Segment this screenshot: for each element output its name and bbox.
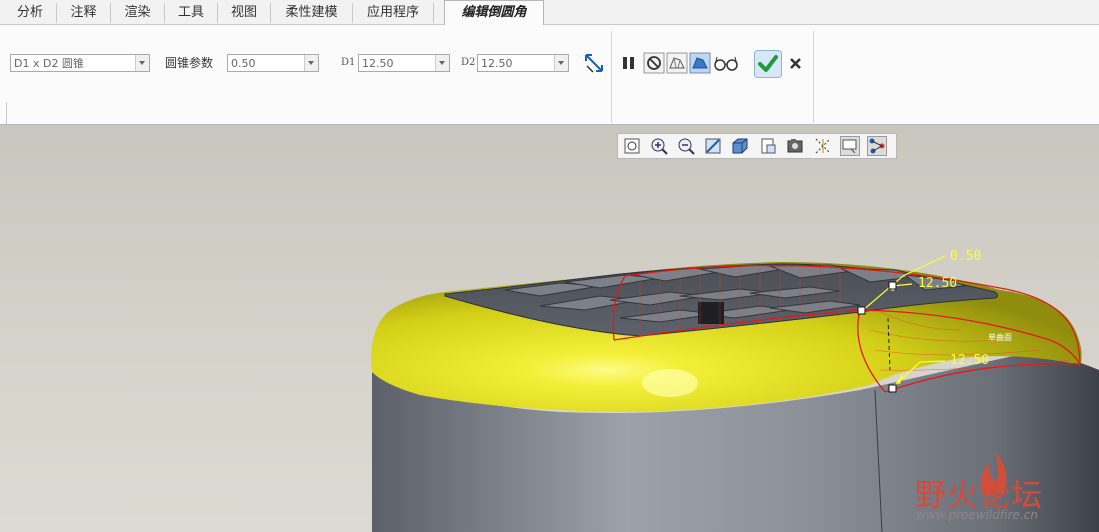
saved-views-icon[interactable] bbox=[758, 136, 778, 156]
d2-value: 12.50 bbox=[481, 57, 513, 70]
conic-param-input[interactable]: 0.50 bbox=[227, 54, 319, 72]
tab-applications[interactable]: 应用程序 bbox=[353, 3, 434, 23]
surface-label: 单曲面 bbox=[988, 333, 1012, 342]
ribbon-separator bbox=[611, 31, 612, 123]
drag-handle bbox=[888, 281, 897, 290]
refit-icon[interactable] bbox=[622, 136, 642, 156]
no-preview-icon[interactable] bbox=[643, 52, 665, 74]
d1-label: D1 bbox=[341, 57, 356, 68]
drag-handle bbox=[857, 306, 866, 315]
zoom-out-icon[interactable] bbox=[676, 136, 696, 156]
spin-center-icon[interactable] bbox=[867, 136, 887, 156]
view-toolbar bbox=[617, 133, 897, 159]
cancel-button[interactable] bbox=[786, 53, 808, 75]
datum-display-icon[interactable] bbox=[813, 136, 833, 156]
tab-view[interactable]: 视图 bbox=[218, 3, 271, 23]
glasses-icon[interactable] bbox=[713, 52, 739, 74]
chevron-down-icon[interactable] bbox=[554, 55, 568, 71]
tab-render[interactable]: 渲染 bbox=[111, 3, 165, 23]
swap-diagonal-icon[interactable] bbox=[583, 52, 605, 74]
ok-button[interactable] bbox=[754, 50, 782, 78]
ribbon-separator bbox=[813, 31, 814, 123]
watermark-url: www.proewildfire.cn bbox=[916, 508, 1038, 522]
zoom-in-icon[interactable] bbox=[649, 136, 669, 156]
drag-handle bbox=[888, 384, 897, 393]
tab-annotate[interactable]: 注释 bbox=[57, 3, 111, 23]
pause-icon[interactable] bbox=[618, 52, 640, 74]
chevron-down-icon[interactable] bbox=[304, 55, 318, 71]
tab-flexible-modeling[interactable]: 柔性建模 bbox=[271, 3, 353, 23]
chevron-down-icon[interactable] bbox=[435, 55, 449, 71]
ribbon: D1 x D2 圆锥 圆锥参数 0.50 D1 12.50 D2 12.50 bbox=[0, 25, 1099, 125]
chevron-down-icon[interactable] bbox=[135, 55, 149, 71]
feature-preview-icon[interactable] bbox=[689, 52, 711, 74]
d2-label: D2 bbox=[461, 57, 476, 68]
display-style-icon[interactable] bbox=[730, 136, 750, 156]
tab-edit-round[interactable]: 编辑倒圆角 bbox=[444, 0, 544, 25]
d2-input[interactable]: 12.50 bbox=[477, 54, 569, 72]
repaint-icon[interactable] bbox=[703, 136, 723, 156]
shape-select[interactable]: D1 x D2 圆锥 bbox=[10, 54, 150, 72]
shape-select-value: D1 x D2 圆锥 bbox=[14, 57, 84, 70]
tab-analysis[interactable]: 分析 bbox=[4, 3, 57, 23]
conic-param-label: 圆锥参数 bbox=[165, 56, 214, 70]
d1-input[interactable]: 12.50 bbox=[358, 54, 450, 72]
conic-param-value: 0.50 bbox=[231, 57, 256, 70]
geometry-preview-icon[interactable] bbox=[666, 52, 688, 74]
dim-d2[interactable]: 12.50 bbox=[950, 353, 989, 368]
ribbon-tab-bar: 分析 注释 渲染 工具 视图 柔性建模 应用程序 编辑倒圆角 bbox=[0, 0, 1099, 25]
dim-d1[interactable]: 12.50 bbox=[918, 276, 957, 291]
tab-tools[interactable]: 工具 bbox=[165, 3, 218, 23]
d1-value: 12.50 bbox=[362, 57, 394, 70]
view-manager-icon[interactable] bbox=[785, 136, 805, 156]
annotation-display-icon[interactable] bbox=[840, 136, 860, 156]
ribbon-edge bbox=[0, 102, 7, 124]
dim-conic-param[interactable]: 0.50 bbox=[950, 249, 981, 264]
